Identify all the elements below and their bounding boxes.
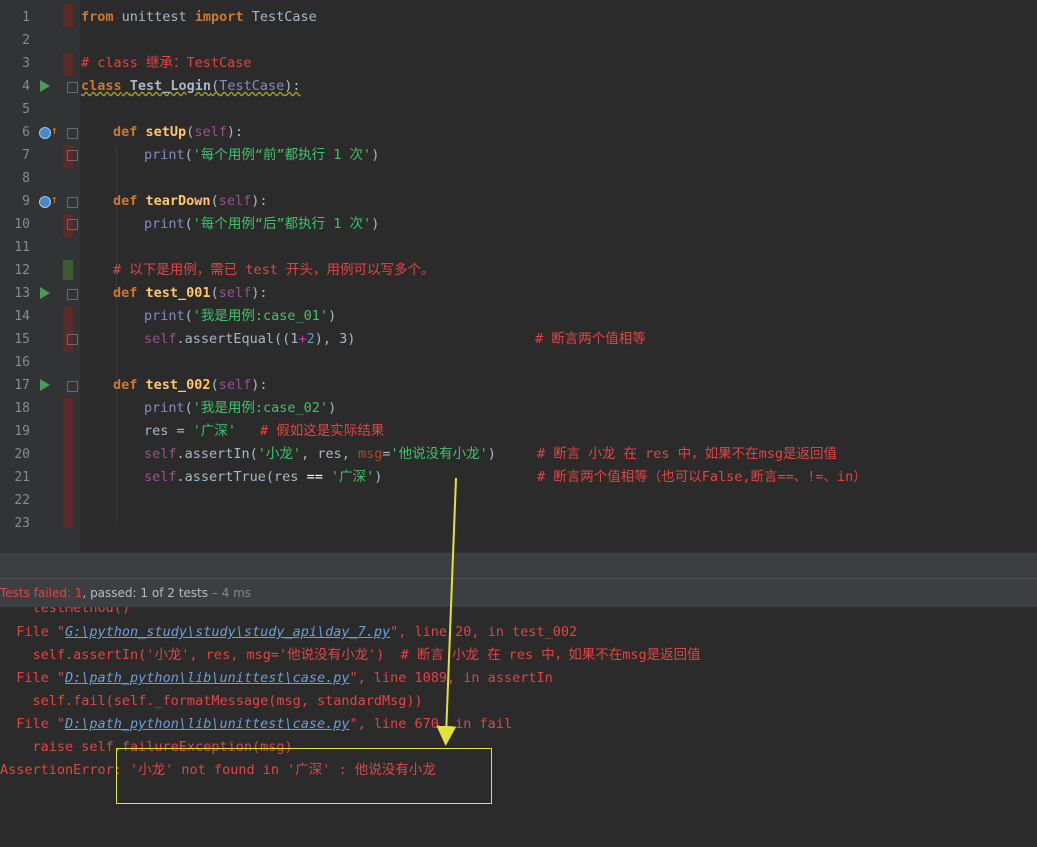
- annotation-arrow: [436, 477, 457, 746]
